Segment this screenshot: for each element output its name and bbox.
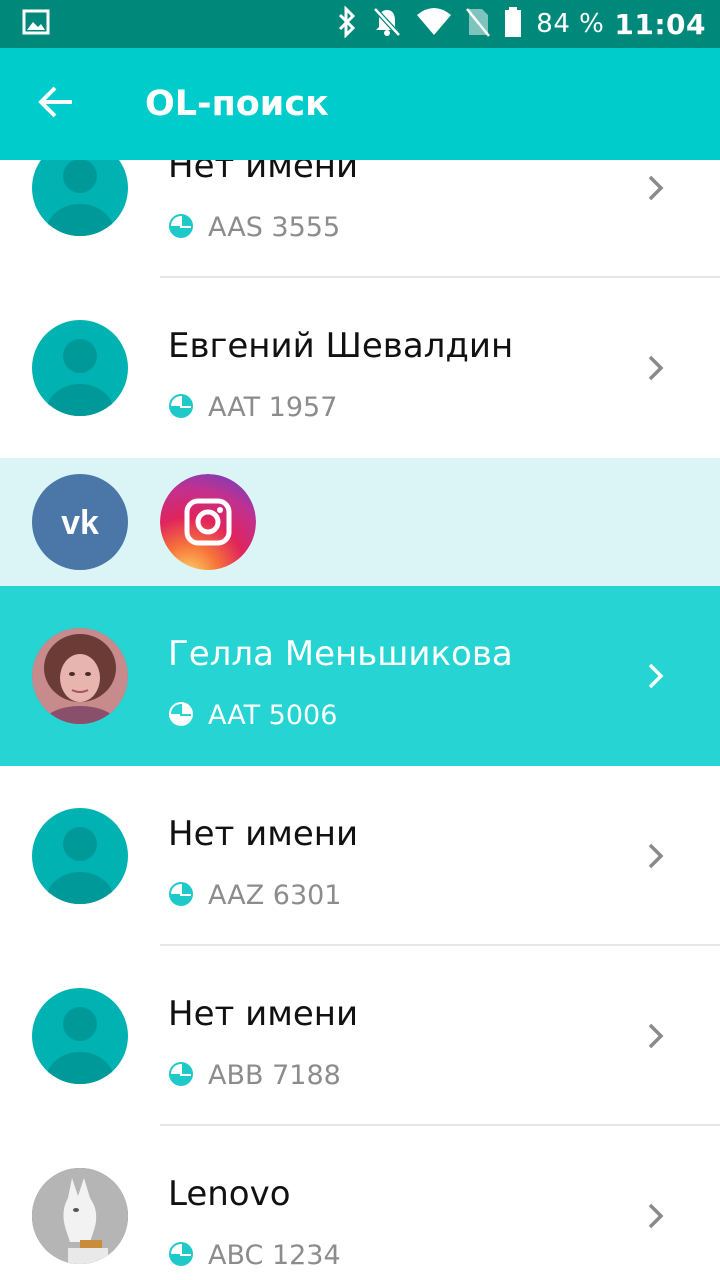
device-photo-avatar [32,1168,128,1264]
code-pie-icon [168,701,194,731]
list-item-code-wrap: AAS 3555 [168,212,340,243]
vk-icon: vk [32,504,128,570]
list-item-code-wrap: AAT 5006 [168,700,337,731]
code-pie-icon [168,1241,194,1271]
code-pie-icon [168,1061,194,1091]
status-right: 84 % 11:04 [322,5,706,42]
status-left [22,9,50,39]
list-item-name: Евгений Шевалдин [168,326,514,366]
user-photo-avatar [32,628,128,724]
chevron-right-icon [642,1018,670,1054]
list-item-code: AAT 1957 [208,392,338,423]
list-item-name: Нет имени [168,160,359,186]
chevron-right-icon [642,1198,670,1234]
social-share-row: vk [0,458,720,586]
default-avatar-icon [32,808,128,904]
wifi-icon [416,7,452,41]
back-button[interactable] [0,48,112,160]
list-item[interactable]: Нет имени AAZ 6301 [0,766,720,946]
list-item-selected[interactable]: Гелла Меньшикова AAT 5006 [0,586,720,766]
bluetooth-icon [336,5,358,42]
status-bar: 84 % 11:04 [0,0,720,48]
code-pie-icon [168,881,194,911]
list-item[interactable]: Нет имени ABB 7188 [0,946,720,1126]
code-pie-icon [168,393,194,423]
default-avatar-icon [32,320,128,416]
list-item-code: AAZ 6301 [208,880,342,911]
vk-share-button[interactable]: vk [32,474,128,570]
list-item-code: ABB 7188 [208,1060,341,1091]
list-item-code-wrap: AAZ 6301 [168,880,341,911]
code-pie-icon [168,213,194,243]
list-item-name: Lenovo [168,1174,291,1214]
list-item-code: ABC 1234 [208,1240,341,1271]
arrow-back-icon [38,86,74,122]
list-item-name: Гелла Меньшикова [168,634,513,674]
chevron-right-icon [642,838,670,874]
list-item-code-wrap: ABB 7188 [168,1060,341,1091]
instagram-share-button[interactable] [160,474,256,570]
list-item[interactable]: Lenovo ABC 1234 [0,1126,720,1280]
default-avatar-icon [32,160,128,236]
no-sim-icon [466,7,491,41]
list-item-name: Нет имени [168,814,359,854]
battery-percent: 84 % [536,9,605,39]
chevron-right-icon [642,170,670,206]
battery-icon [504,6,522,42]
chevron-right-icon [642,658,670,694]
list-item-name: Нет имени [168,994,359,1034]
instagram-icon [160,474,256,570]
list-item[interactable]: Нет имени AAS 3555 [0,160,720,278]
list-item-code: AAT 5006 [208,700,338,731]
svg-text:vk: vk [61,504,99,542]
list-item-code: AAS 3555 [208,212,341,243]
page-title: OL-поиск [145,84,329,124]
chevron-right-icon [642,350,670,386]
notifications-off-icon [372,6,402,42]
default-avatar-icon [32,988,128,1084]
list-item-code-wrap: AAT 1957 [168,392,337,423]
app-bar: OL-поиск [0,48,720,160]
result-list-content: Нет имени AAS 3555 Евгений Шевалдин AAT … [0,160,720,1280]
list-item-code-wrap: ABC 1234 [168,1240,341,1271]
clock: 11:04 [614,7,706,41]
image-notification-icon [22,9,50,39]
result-list[interactable]: Нет имени AAS 3555 Евгений Шевалдин AAT … [0,160,720,1280]
list-item[interactable]: Евгений Шевалдин AAT 1957 [0,278,720,458]
